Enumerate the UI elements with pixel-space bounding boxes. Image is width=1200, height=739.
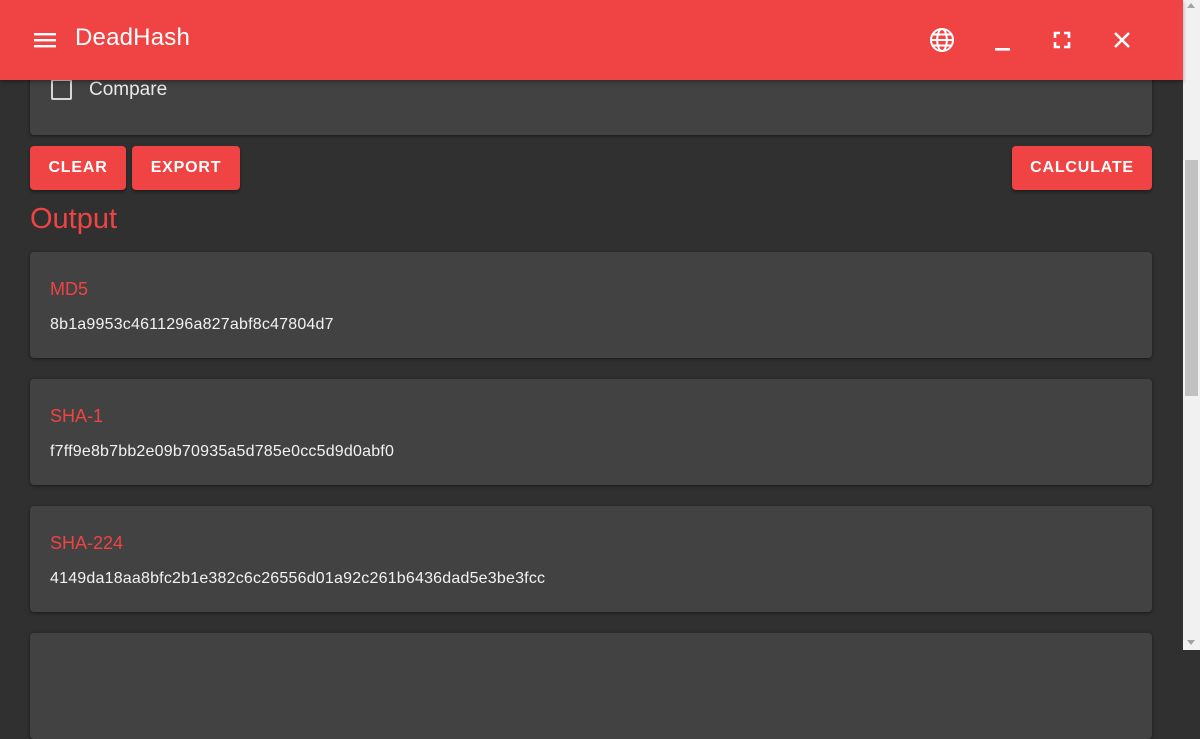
hash-card-md5: MD5 8b1a9953c4611296a827abf8c47804d7 <box>30 252 1152 358</box>
scroll-up-arrow-icon[interactable] <box>1187 3 1195 8</box>
close-icon[interactable] <box>1106 24 1138 56</box>
scrollbar-thumb[interactable] <box>1185 160 1198 396</box>
compare-checkbox[interactable] <box>51 79 72 100</box>
scroll-down-arrow-icon[interactable] <box>1187 640 1195 645</box>
compare-label: Compare <box>89 79 168 100</box>
menu-icon[interactable] <box>30 26 60 54</box>
hash-name: SHA-224 <box>50 533 124 553</box>
hash-value: 8b1a9953c4611296a827abf8c47804d7 <box>50 316 334 333</box>
hash-card-sha224: SHA-224 4149da18aa8bfc2b1e382c6c26556d01… <box>30 506 1152 612</box>
app-title: DeadHash <box>75 24 191 51</box>
hash-name: SHA-1 <box>50 406 104 426</box>
globe-icon[interactable] <box>926 24 958 56</box>
hash-value: f7ff9e8b7bb2e09b70935a5d785e0cc5d9d0abf0 <box>50 443 395 460</box>
hash-value: 4149da18aa8bfc2b1e382c6c26556d01a92c261b… <box>50 570 546 587</box>
output-title: Output <box>30 203 118 235</box>
calculate-button[interactable]: CALCULATE <box>1012 146 1152 190</box>
app-bar: DeadHash <box>0 0 1183 80</box>
hash-name: MD5 <box>50 279 89 299</box>
fullscreen-icon[interactable] <box>1046 24 1078 56</box>
hash-card-sha1: SHA-1 f7ff9e8b7bb2e09b70935a5d785e0cc5d9… <box>30 379 1152 485</box>
minimize-icon[interactable] <box>986 24 1018 56</box>
hash-card-next <box>30 633 1152 739</box>
clear-button[interactable]: CLEAR <box>30 146 126 190</box>
export-button[interactable]: EXPORT <box>132 146 240 190</box>
